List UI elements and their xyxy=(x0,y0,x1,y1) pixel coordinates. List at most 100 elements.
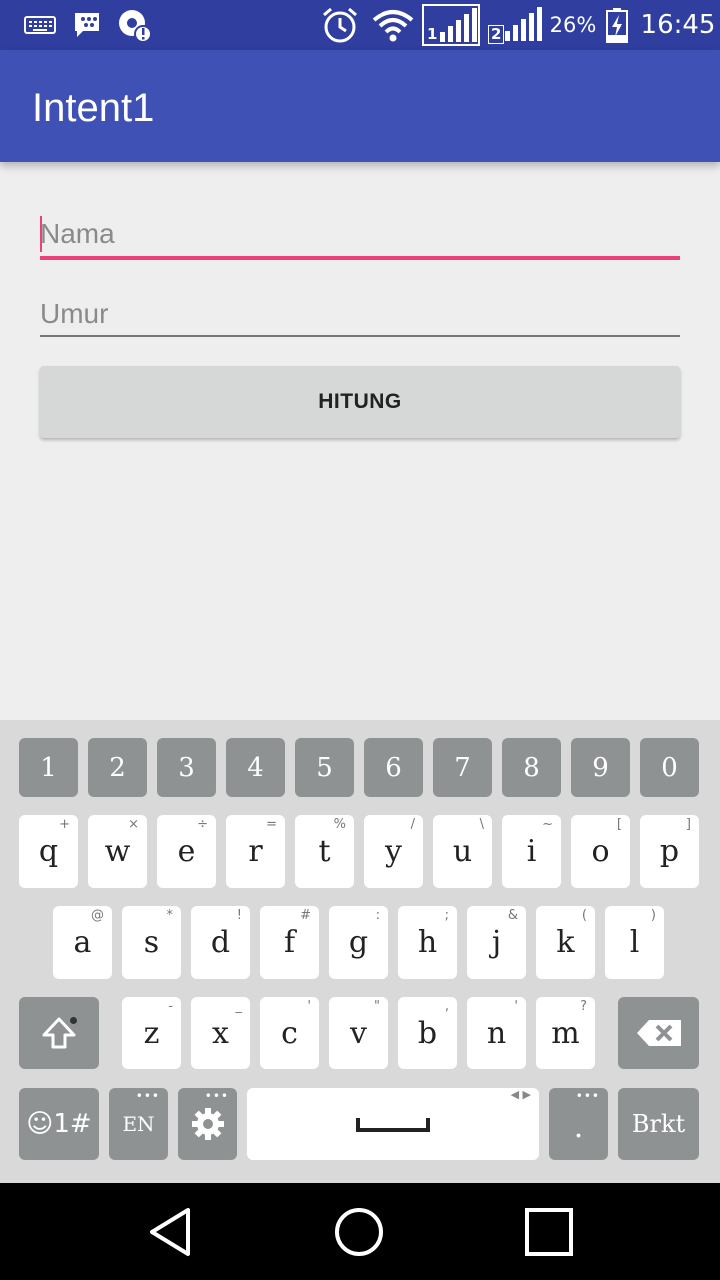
alarm-icon xyxy=(318,0,362,50)
shift-indicator xyxy=(70,1017,77,1024)
key-f[interactable]: f # xyxy=(260,906,319,979)
key-label: 8 xyxy=(523,752,540,783)
key-r[interactable]: r = xyxy=(226,815,285,888)
app-title: Intent1 xyxy=(32,86,155,130)
more-options-dots: ••• xyxy=(204,1089,229,1103)
key-label: g xyxy=(348,925,369,960)
key-3[interactable]: 3 xyxy=(157,738,216,797)
period-key[interactable]: ••• . xyxy=(549,1088,608,1160)
settings-key[interactable]: ••• xyxy=(178,1088,237,1160)
key-2[interactable]: 2 xyxy=(88,738,147,797)
key-m[interactable]: m? xyxy=(536,997,595,1069)
key-label: m xyxy=(551,1015,580,1051)
space-bar-icon xyxy=(356,1118,430,1132)
key-hint: @ xyxy=(91,908,104,923)
key-x[interactable]: x _ xyxy=(191,997,250,1069)
key-1[interactable]: 1 xyxy=(19,738,78,797)
age-field[interactable] xyxy=(40,292,680,342)
key-0[interactable]: 0 xyxy=(640,738,699,797)
key-p[interactable]: p] xyxy=(640,815,699,888)
key-d[interactable]: d! xyxy=(191,906,250,979)
key-6[interactable]: 6 xyxy=(364,738,423,797)
age-input[interactable] xyxy=(40,292,680,336)
key-y[interactable]: y / xyxy=(364,815,423,888)
key-label: r xyxy=(248,834,263,869)
key-hint: = xyxy=(266,817,277,832)
language-key[interactable]: ••• EN xyxy=(109,1088,168,1160)
key-e[interactable]: e ÷ xyxy=(157,815,216,888)
key-u[interactable]: u \ xyxy=(433,815,492,888)
key-label: w xyxy=(104,834,131,869)
key-c[interactable]: c ' xyxy=(260,997,319,1069)
key-w[interactable]: w × xyxy=(88,815,147,888)
soft-keyboard: 1234567890 q + w × e ÷ r = t% y / u \ i ~ o[p] a @ s * d! f #… xyxy=(0,720,720,1183)
recents-button[interactable] xyxy=(489,1183,609,1280)
key-hint: # xyxy=(300,908,311,923)
key-hint: ÷ xyxy=(197,817,208,832)
key-hint: ) xyxy=(650,908,656,923)
key-z[interactable]: z- xyxy=(122,997,181,1069)
key-label: b xyxy=(417,1015,438,1051)
name-input[interactable] xyxy=(40,212,680,256)
key-label: p xyxy=(659,834,680,869)
key-o[interactable]: o[ xyxy=(571,815,630,888)
key-hint: \ xyxy=(479,817,484,832)
key-n[interactable]: n ' xyxy=(467,997,526,1069)
space-key[interactable]: ◀ ▶ xyxy=(247,1088,539,1160)
key-label: i xyxy=(526,834,537,869)
symbols-key[interactable]: ☺1# xyxy=(19,1088,99,1160)
key-5[interactable]: 5 xyxy=(295,738,354,797)
signal-sim1-icon: 1 xyxy=(420,0,482,50)
home-circle-icon xyxy=(335,1207,383,1256)
period-label: . xyxy=(573,1109,584,1145)
key-4[interactable]: 4 xyxy=(226,738,285,797)
key-label: e xyxy=(177,834,196,869)
backspace-icon xyxy=(636,1020,681,1046)
key-v[interactable]: v " xyxy=(329,997,388,1069)
app-bar: Intent1 xyxy=(0,50,720,162)
recents-square-icon xyxy=(525,1207,573,1256)
key-hint: / xyxy=(410,817,415,832)
key-i[interactable]: i ~ xyxy=(502,815,561,888)
key-label: 4 xyxy=(247,752,264,783)
key-label: 7 xyxy=(454,752,471,783)
key-label: a xyxy=(73,925,92,960)
signal-sim2-icon: 2 xyxy=(486,0,544,50)
shift-key[interactable] xyxy=(19,997,99,1069)
name-field[interactable] xyxy=(40,212,680,262)
key-hint: : xyxy=(375,908,380,923)
key-j[interactable]: j & xyxy=(467,906,526,979)
key-label: 1 xyxy=(40,752,57,783)
key-s[interactable]: s * xyxy=(122,906,181,979)
key-hint: ~ xyxy=(542,817,553,832)
hitung-button[interactable]: HITUNG xyxy=(40,366,680,438)
key-hint: & xyxy=(507,908,518,923)
home-button[interactable] xyxy=(299,1183,419,1280)
key-label: 3 xyxy=(178,752,195,783)
key-label: f xyxy=(283,925,296,960)
back-button[interactable] xyxy=(110,1183,230,1280)
key-label: 6 xyxy=(385,752,402,783)
key-q[interactable]: q + xyxy=(19,815,78,888)
key-g[interactable]: g: xyxy=(329,906,388,979)
key-label: x xyxy=(212,1015,229,1051)
keyboard-icon xyxy=(20,0,60,50)
key-a[interactable]: a @ xyxy=(53,906,112,979)
key-hint: , xyxy=(444,999,449,1014)
key-label: y xyxy=(385,834,402,869)
key-label: c xyxy=(281,1015,298,1051)
key-hint: [ xyxy=(616,817,622,832)
key-t[interactable]: t% xyxy=(295,815,354,888)
key-8[interactable]: 8 xyxy=(502,738,561,797)
backspace-key[interactable] xyxy=(618,997,699,1069)
key-l[interactable]: l) xyxy=(605,906,664,979)
key-label: h xyxy=(417,925,438,960)
sync-alert-icon xyxy=(114,0,154,50)
navigation-bar xyxy=(0,1183,720,1280)
key-h[interactable]: h; xyxy=(398,906,457,979)
key-9[interactable]: 9 xyxy=(571,738,630,797)
key-b[interactable]: b, xyxy=(398,997,457,1069)
action-next-key[interactable]: Brkt xyxy=(618,1088,699,1160)
key-7[interactable]: 7 xyxy=(433,738,492,797)
key-k[interactable]: k( xyxy=(536,906,595,979)
